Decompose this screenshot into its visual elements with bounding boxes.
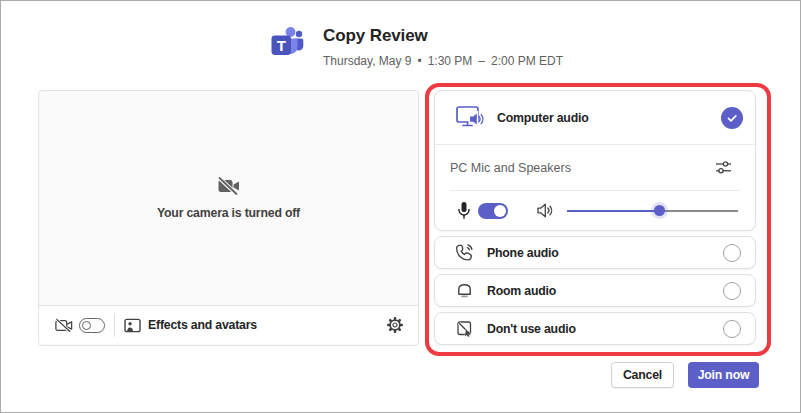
no-audio-icon bbox=[455, 319, 474, 338]
room-audio-label: Room audio bbox=[487, 284, 556, 298]
teams-logo-icon: T bbox=[269, 24, 307, 62]
settings-gear-icon[interactable] bbox=[386, 316, 404, 334]
meeting-datetime: Thursday, May 9 • 1:30 PM – 2:00 PM EDT bbox=[323, 54, 563, 68]
camera-off-icon bbox=[217, 176, 241, 196]
meeting-title: Copy Review bbox=[323, 26, 563, 46]
camera-preview-panel: Your camera is turned off Effects and av… bbox=[38, 90, 419, 346]
computer-audio-option[interactable]: Computer audio bbox=[435, 91, 755, 145]
camera-status-text: Your camera is turned off bbox=[157, 206, 300, 220]
device-settings-sliders-icon[interactable] bbox=[714, 159, 733, 176]
audio-device-name: PC Mic and Speakers bbox=[450, 161, 571, 175]
phone-audio-radio[interactable] bbox=[723, 244, 741, 262]
audio-device-row: PC Mic and Speakers bbox=[435, 145, 755, 190]
mic-toggle[interactable] bbox=[478, 203, 508, 219]
phone-audio-label: Phone audio bbox=[487, 246, 559, 260]
camera-toolbar: Effects and avatars bbox=[39, 306, 418, 344]
effects-avatars-icon bbox=[124, 318, 141, 333]
computer-audio-label: Computer audio bbox=[497, 111, 588, 125]
computer-audio-card: Computer audio PC Mic and Speakers bbox=[434, 90, 756, 231]
volume-slider-thumb[interactable] bbox=[654, 205, 665, 216]
mic-volume-row bbox=[435, 191, 755, 230]
cancel-button[interactable]: Cancel bbox=[611, 362, 674, 388]
svg-text:T: T bbox=[277, 37, 286, 54]
computer-audio-selected-radio[interactable] bbox=[721, 107, 743, 129]
room-audio-icon bbox=[455, 282, 474, 300]
camera-toggle[interactable] bbox=[79, 318, 105, 333]
camera-off-small-icon bbox=[55, 318, 73, 333]
camera-preview: Your camera is turned off bbox=[39, 91, 418, 306]
computer-audio-icon bbox=[455, 105, 485, 131]
pre-join-window: T Copy Review Thursday, May 9 • 1:30 PM … bbox=[0, 0, 801, 413]
effects-avatars-label[interactable]: Effects and avatars bbox=[148, 318, 257, 332]
toolbar-divider bbox=[114, 313, 115, 337]
volume-slider-fill bbox=[567, 210, 659, 212]
phone-audio-option[interactable]: Phone audio bbox=[434, 236, 756, 269]
room-audio-radio[interactable] bbox=[723, 282, 741, 300]
phone-audio-icon bbox=[455, 243, 474, 262]
microphone-icon bbox=[457, 201, 471, 220]
speaker-icon bbox=[536, 202, 555, 219]
room-audio-option[interactable]: Room audio bbox=[434, 274, 756, 307]
no-audio-label: Don't use audio bbox=[487, 322, 576, 336]
volume-slider[interactable] bbox=[567, 210, 738, 212]
no-audio-option[interactable]: Don't use audio bbox=[434, 312, 756, 345]
join-now-button[interactable]: Join now bbox=[688, 362, 759, 388]
no-audio-radio[interactable] bbox=[723, 320, 741, 338]
